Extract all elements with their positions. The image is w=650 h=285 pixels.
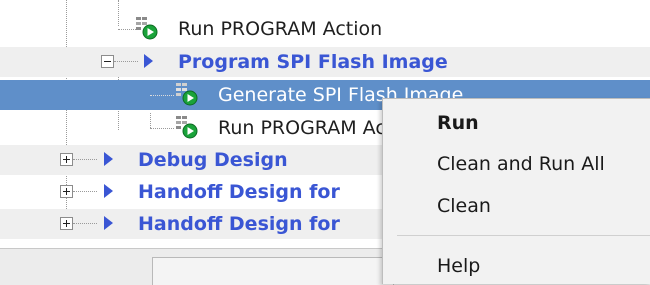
expand-arrow-icon xyxy=(104,216,113,230)
process-run-icon xyxy=(176,116,198,139)
tree-connector xyxy=(150,128,174,129)
tree-connector xyxy=(73,159,97,160)
panel-tab[interactable] xyxy=(152,257,394,285)
expand-arrow-icon xyxy=(144,54,153,68)
tree-item-label: Run PROGRAM Action xyxy=(178,18,383,40)
tree-item-label: Handoff Design for xyxy=(138,181,340,203)
tree-connector xyxy=(73,223,97,224)
tree-item-program-spi-flash-image[interactable]: Program SPI Flash Image xyxy=(0,47,650,77)
collapse-toggle-icon[interactable] xyxy=(101,55,114,68)
expand-arrow-icon xyxy=(104,152,113,166)
menu-separator xyxy=(397,235,650,236)
context-menu: Run Clean and Run All Clean Help xyxy=(382,98,650,284)
tree-item-label: Program SPI Flash Image xyxy=(178,51,448,73)
tree-item-run-program-action[interactable]: Run PROGRAM Action xyxy=(0,14,650,44)
expand-arrow-icon xyxy=(104,184,113,198)
tree-connector xyxy=(73,191,97,192)
menu-item-run[interactable]: Run xyxy=(437,111,479,135)
expand-toggle-icon[interactable] xyxy=(60,217,73,230)
tree-connector xyxy=(114,61,138,62)
tree-item-label: Debug Design xyxy=(138,149,288,171)
process-run-icon xyxy=(176,83,198,106)
expand-toggle-icon[interactable] xyxy=(60,153,73,166)
menu-item-clean[interactable]: Clean xyxy=(437,194,491,218)
tree-item-label: Handoff Design for xyxy=(138,213,340,235)
menu-item-help[interactable]: Help xyxy=(437,254,480,278)
expand-toggle-icon[interactable] xyxy=(60,185,73,198)
menu-item-clean-and-run-all[interactable]: Clean and Run All xyxy=(437,152,605,176)
tree-connector xyxy=(150,95,174,96)
process-run-icon xyxy=(136,17,158,40)
tree-guide-line xyxy=(150,113,151,128)
